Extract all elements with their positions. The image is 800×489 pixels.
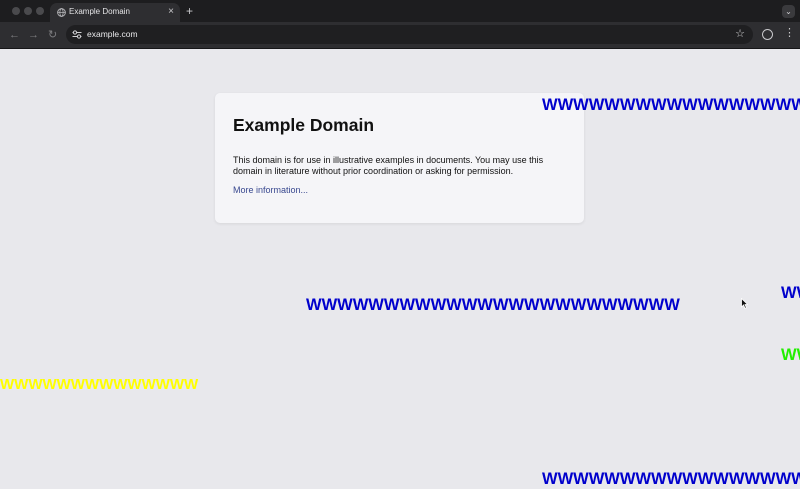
profile-icon[interactable] <box>762 29 773 40</box>
browser-menu-button[interactable]: ⋮ <box>784 27 795 39</box>
more-information-link[interactable]: More information... <box>233 185 308 195</box>
overlay-text-blue-top: WWWWWWWWWWWWWWWWW <box>542 96 800 114</box>
tune-icon[interactable] <box>72 30 82 39</box>
new-tab-button[interactable]: + <box>186 4 193 18</box>
address-bar[interactable]: example.com ☆ <box>66 25 753 44</box>
mouse-cursor-icon <box>741 298 748 309</box>
browser-tab-active[interactable]: Example Domain × <box>50 3 180 22</box>
overlay-text-green-right: WW <box>781 346 800 364</box>
tab-title: Example Domain <box>69 7 130 16</box>
window-minimize-button[interactable] <box>24 7 32 15</box>
address-url[interactable]: example.com <box>87 29 138 39</box>
overlay-text-blue-right: WW <box>781 284 800 302</box>
page-description: This domain is for use in illustrative e… <box>233 155 544 176</box>
overlay-text-blue-bottom: WWWWWWWWWWWWWWWWW <box>542 470 800 488</box>
bookmark-star-icon[interactable]: ☆ <box>735 27 745 41</box>
browser-titlebar: Example Domain × + ⌄ <box>0 0 800 22</box>
page-title: Example Domain <box>233 115 375 135</box>
back-button[interactable]: ← <box>9 29 20 41</box>
reload-button[interactable]: ↻ <box>48 29 57 41</box>
forward-button[interactable]: → <box>28 29 39 41</box>
content-card: Example Domain This domain is for use in… <box>215 93 584 223</box>
window-zoom-button[interactable] <box>36 7 44 15</box>
tab-search-button[interactable]: ⌄ <box>782 5 795 18</box>
overlay-text-yellow-left: WWWWWWWWWWWWWW <box>0 376 199 393</box>
overlay-text-blue-middle: WWWWWWWWWWWWWWWWWWWWWWWW <box>306 296 680 314</box>
tab-close-icon[interactable]: × <box>168 6 174 18</box>
browser-toolbar: ← → ↻ example.com ☆ ⋮ <box>0 22 800 49</box>
window-close-button[interactable] <box>12 7 20 15</box>
globe-icon <box>57 8 66 17</box>
